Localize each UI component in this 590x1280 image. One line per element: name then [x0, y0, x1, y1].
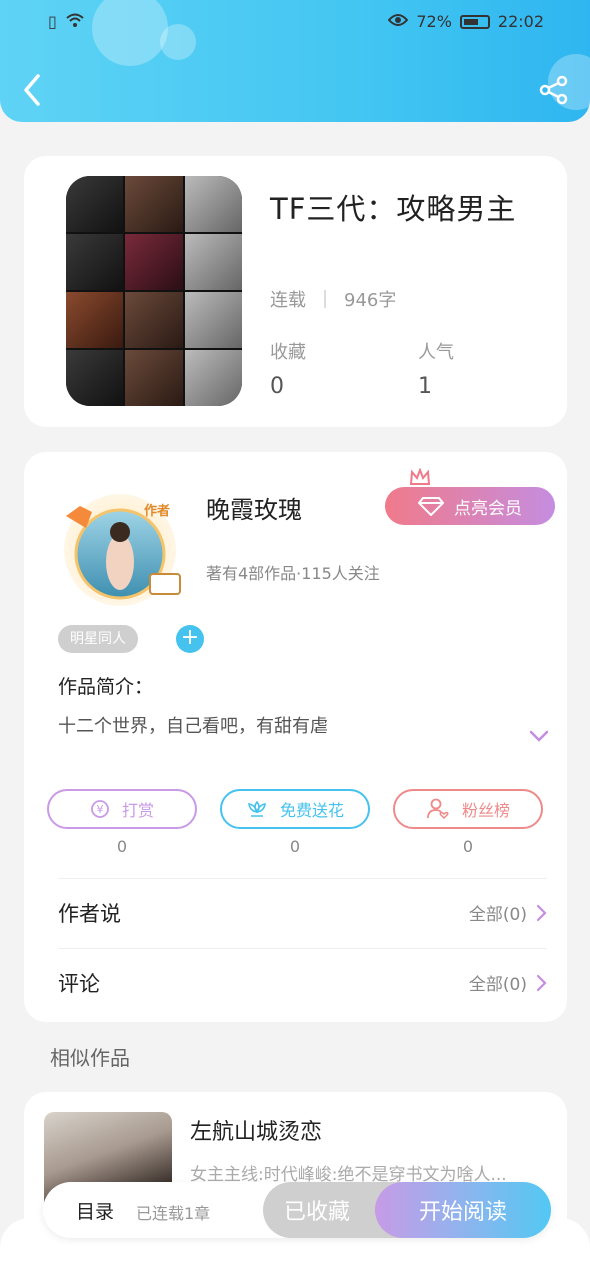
- popularity-stat: 人气 1: [418, 338, 454, 399]
- coin-icon: ¥: [91, 800, 109, 818]
- toc-button[interactable]: 目录: [76, 1197, 114, 1224]
- bottom-action-bar: 目录 已连载1章 已收藏 开始阅读: [43, 1182, 551, 1238]
- favorites-value: 0: [270, 374, 284, 399]
- chevron-right-icon: [536, 904, 547, 921]
- share-button[interactable]: [538, 74, 570, 106]
- book-cover[interactable]: [66, 176, 242, 406]
- battery-icon: [459, 14, 490, 29]
- send-flower-label: 免费送花: [279, 801, 344, 820]
- sim-icon: ▯: [48, 12, 57, 31]
- status-bar: ▯ 72% 22:02: [0, 10, 590, 34]
- svg-text:¥: ¥: [96, 803, 103, 816]
- author-says-more[interactable]: 全部(0): [469, 900, 547, 925]
- author-name[interactable]: 晚霞玫瑰: [206, 490, 302, 525]
- divider: [324, 290, 326, 308]
- chevron-right-icon: [536, 974, 547, 991]
- author-says-label: 作者说: [58, 901, 121, 926]
- header: ▯ 72% 22:02: [0, 0, 590, 122]
- flower-count: 0: [289, 837, 301, 856]
- author-summary: 著有4部作品·115人关注: [206, 564, 380, 583]
- fan-count: 0: [462, 837, 474, 856]
- author-avatar[interactable]: 作者: [52, 488, 188, 608]
- chapter-count: 已连载1章: [136, 1204, 211, 1223]
- tip-count: 0: [116, 837, 128, 856]
- book-meta: 连载 946字: [270, 286, 396, 312]
- diamond-icon: [418, 497, 444, 516]
- back-button[interactable]: [18, 72, 48, 108]
- similar-book-title: 左航山城烫恋: [190, 1120, 323, 1145]
- fan-ranking-label: 粉丝榜: [461, 801, 510, 820]
- comments-label: 评论: [58, 971, 100, 996]
- eye-icon: [387, 12, 409, 31]
- wifi-icon: [65, 12, 85, 32]
- vip-button[interactable]: 点亮会员: [385, 487, 555, 525]
- tip-label: 打赏: [121, 801, 154, 820]
- add-tag-button[interactable]: +: [176, 625, 204, 653]
- favorites-label: 收藏: [270, 342, 306, 363]
- word-count: 946字: [344, 290, 397, 311]
- author-says-row[interactable]: 作者说 全部(0): [58, 878, 547, 946]
- tip-button[interactable]: ¥ 打赏: [47, 789, 197, 829]
- comments-row[interactable]: 评论 全部(0): [58, 948, 547, 1016]
- share-icon: [539, 75, 568, 105]
- fan-ranking-button[interactable]: 粉丝榜: [393, 789, 543, 829]
- fan-ranking-icon: [427, 798, 449, 820]
- start-reading-button[interactable]: 开始阅读: [375, 1182, 551, 1238]
- favorited-label: 已收藏: [283, 1200, 350, 1225]
- author-card: 作者 晚霞玫瑰 著有4部作品·115人关注 点亮会员 明星同人 + 作品简介： …: [24, 452, 567, 1022]
- comments-all-label: 全部(0): [468, 975, 527, 995]
- book-status: 连载: [270, 290, 306, 311]
- flower-icon: [248, 800, 266, 817]
- send-flower-button[interactable]: 免费送花: [220, 789, 370, 829]
- popularity-label: 人气: [418, 342, 454, 363]
- intro-title: 作品简介：: [58, 676, 154, 698]
- chevron-left-icon: [24, 74, 40, 106]
- book-title: TF三代：攻略男主: [270, 192, 517, 226]
- start-reading-label: 开始阅读: [418, 1200, 507, 1225]
- chevron-down-icon[interactable]: [529, 728, 549, 747]
- genre-tag[interactable]: 明星同人: [58, 625, 138, 653]
- popularity-value: 1: [418, 374, 432, 399]
- intro-text: 十二个世界，自己看吧，有甜有虐: [58, 716, 328, 737]
- vip-button-label: 点亮会员: [454, 498, 522, 519]
- favorites-stat: 收藏 0: [270, 338, 306, 399]
- comments-more[interactable]: 全部(0): [469, 970, 547, 995]
- author-badge: 作者: [144, 504, 171, 519]
- author-says-all-label: 全部(0): [468, 905, 527, 925]
- book-info-card: TF三代：攻略男主 连载 946字 收藏 0 人气 1: [24, 156, 567, 427]
- battery-percent: 72%: [416, 12, 452, 31]
- clock: 22:02: [497, 12, 544, 31]
- similar-section-title: 相似作品: [50, 1046, 130, 1070]
